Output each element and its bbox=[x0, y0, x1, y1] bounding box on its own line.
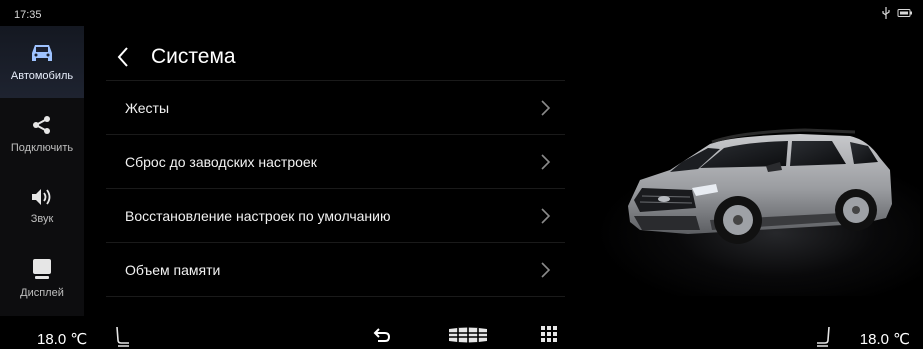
apps-grid-icon[interactable] bbox=[541, 326, 557, 342]
sidebar: Автомобиль Подключить Звук Дисплей bbox=[0, 26, 84, 316]
menu-item-gestures[interactable]: Жесты bbox=[106, 80, 565, 134]
suv-icon bbox=[628, 128, 892, 244]
car-icon bbox=[32, 44, 52, 61]
sidebar-item-label: Звук bbox=[30, 212, 54, 225]
menu-item-label: Сброс до заводских настроек bbox=[125, 153, 317, 170]
chevron-right-icon bbox=[541, 153, 551, 170]
menu-item-storage[interactable]: Объем памяти bbox=[106, 242, 565, 296]
sidebar-item-display[interactable]: Дисплей bbox=[0, 242, 84, 314]
speaker-icon bbox=[32, 188, 51, 205]
menu-item-restore-defaults[interactable]: Восстановление настроек по умолчанию bbox=[106, 188, 565, 242]
sidebar-item-label: Дисплей bbox=[20, 286, 64, 299]
usb-icon bbox=[882, 7, 890, 19]
chevron-right-icon bbox=[541, 207, 551, 224]
status-indicators bbox=[881, 7, 913, 19]
temp-right[interactable]: 18.0 ℃ bbox=[860, 330, 910, 348]
vehicle-image bbox=[600, 96, 920, 296]
display-icon bbox=[33, 258, 51, 279]
back-arrow-icon[interactable] bbox=[373, 326, 391, 344]
menu-item-factory-reset[interactable]: Сброс до заводских настроек bbox=[106, 134, 565, 188]
sidebar-item-vehicle[interactable]: Автомобиль bbox=[0, 26, 84, 98]
menu-divider bbox=[106, 296, 565, 308]
page-title: Система bbox=[151, 45, 236, 68]
menu-item-label: Объем памяти bbox=[125, 261, 221, 278]
sidebar-item-connect[interactable]: Подключить bbox=[0, 98, 84, 170]
menu-item-label: Восстановление настроек по умолчанию bbox=[125, 207, 391, 224]
sidebar-item-sound[interactable]: Звук bbox=[0, 170, 84, 242]
chevron-left-icon[interactable] bbox=[114, 44, 134, 70]
seat-left-icon[interactable] bbox=[113, 326, 131, 348]
battery-icon bbox=[897, 9, 912, 17]
bottom-bar: 18.0 ℃ 18.0 ℃ bbox=[0, 318, 923, 349]
sidebar-item-label: Подключить bbox=[10, 141, 74, 154]
share-icon bbox=[33, 115, 50, 134]
temp-left[interactable]: 18.0 ℃ bbox=[37, 330, 87, 348]
sidebar-item-label: Автомобиль bbox=[10, 69, 74, 82]
settings-menu: Жесты Сброс до заводских настроек Восста… bbox=[106, 80, 565, 308]
chevron-right-icon bbox=[541, 99, 551, 116]
car-brand-icon[interactable] bbox=[447, 327, 489, 343]
chevron-right-icon bbox=[541, 261, 551, 278]
menu-item-label: Жесты bbox=[125, 99, 170, 116]
status-time: 17:35 bbox=[14, 9, 42, 21]
seat-right-icon[interactable] bbox=[815, 326, 833, 348]
